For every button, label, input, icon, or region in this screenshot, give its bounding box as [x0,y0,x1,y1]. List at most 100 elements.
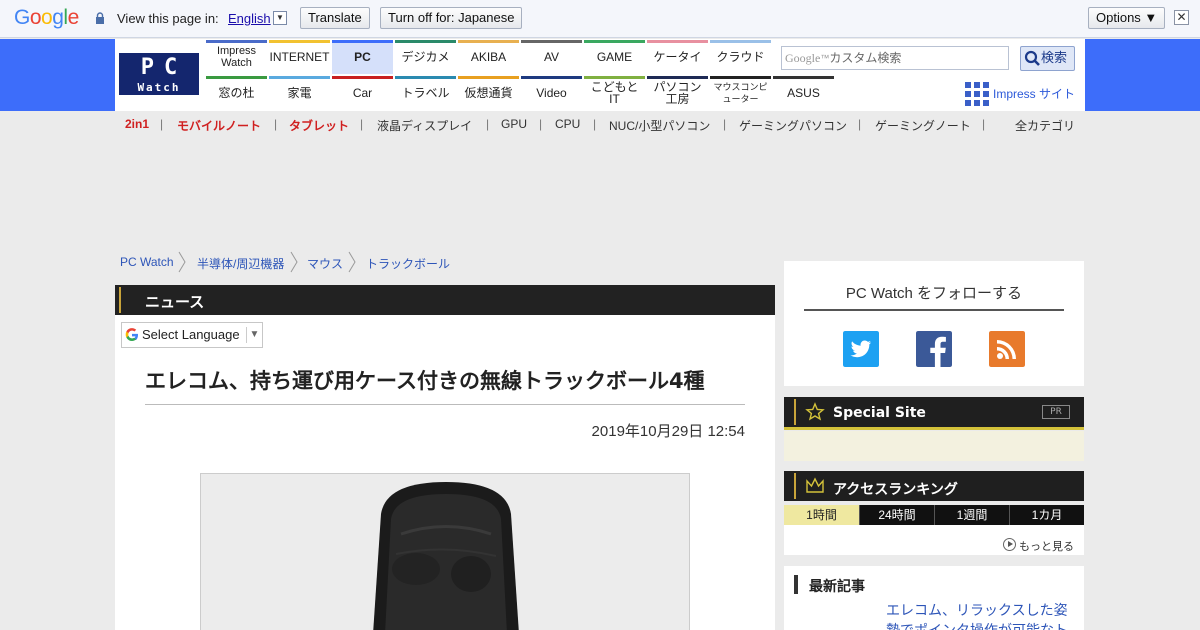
translate-bar: Google View this page in: English ▼ Tran… [0,0,1200,38]
trackball-case-image [201,474,689,630]
nav-color-bar [395,76,456,79]
nav-item-top[interactable]: ケータイ [647,40,708,74]
search-placeholder: カスタム検索 [829,51,902,65]
nav-item-bottom[interactable]: パソコン工房 [647,76,708,110]
subnav-separator: | [858,117,862,131]
impress-site-link[interactable]: Impress サイト [965,82,1075,106]
subnav-item[interactable]: GPU [501,117,527,131]
nav-item-label: GAME [596,50,633,64]
ranking-tab-1h[interactable]: 1時間 [784,505,859,525]
dropdown-arrow-icon: ▼ [246,327,262,343]
latest-article-link[interactable]: エレコム、リラックスした姿勢でポインタ操作が可能なト [886,601,1076,630]
language-dropdown-icon[interactable]: ▼ [273,11,287,25]
nav-item-bottom[interactable]: マウスコンピューター [710,76,771,110]
subnav-separator: | [982,117,986,131]
latest-articles: 最新記事 エレコム、リラックスした姿勢でポインタ操作が可能なト [784,566,1084,630]
nav-color-bar [395,40,456,43]
sub-nav: 2in1 | モバイルノート | タブレット | 液晶ディスプレイ | GPU | CPU | NUC/… [0,117,1200,135]
subnav-item[interactable]: ゲーミングパソコン [739,117,847,134]
article-photo[interactable] [200,473,690,630]
ranking-tab-1m[interactable]: 1カ月 [1009,505,1084,525]
chevron-right-icon [348,251,356,273]
nav-item-label: クラウド [716,50,765,64]
nav-item-label: こどもとIT [590,80,639,106]
nav-item-top[interactable]: AV [521,40,582,74]
nav-item-top[interactable]: INTERNET [269,40,330,74]
ranking-tab-1w[interactable]: 1週間 [934,505,1009,525]
nav-item-label: INTERNET [269,50,330,64]
rss-icon[interactable] [989,331,1025,367]
subnav-item[interactable]: ゲーミングノート [875,117,971,134]
section-header: ニュース [115,285,775,315]
nav-item-bottom[interactable]: ASUS [773,76,834,110]
nav-item-bottom[interactable]: Car [332,76,393,110]
nav-item-top[interactable]: クラウド [710,40,771,74]
turn-off-button[interactable]: Turn off for: Japanese [380,7,523,29]
subnav-item[interactable]: CPU [555,117,580,131]
nav-color-bar [647,40,708,43]
google-logo: Google [14,6,79,29]
nav-item-top[interactable]: Impress Watch [206,40,267,74]
breadcrumb-item[interactable]: 半導体/周辺機器 [197,255,284,272]
nav-item-bottom[interactable]: 窓の杜 [206,76,267,110]
nav-color-bar [773,76,834,79]
search-input[interactable]: Google™カスタム検索 [781,46,1009,70]
nav-item-label: 家電 [287,86,312,100]
language-link[interactable]: English [228,11,271,26]
breadcrumb-item[interactable]: マウス [307,255,343,272]
site-header: PC Watch Impress Watch INTERNET PC デジカメ AKIB… [0,39,1200,111]
impress-site-label: Impress サイト [993,87,1076,101]
ranking-title: アクセスランキング [833,482,958,498]
special-site-underline [784,427,1084,430]
subnav-separator: | [723,117,727,131]
nav-color-bar [647,76,708,79]
play-icon [1003,538,1016,551]
options-button[interactable]: Options ▼ [1088,7,1166,29]
subnav-item[interactable]: タブレット [289,117,349,134]
nav-item-label: ケータイ [653,50,702,64]
ranking-tab-24h[interactable]: 24時間 [859,505,934,525]
nav-color-bar [206,76,267,79]
search-button-label: 検索 [1041,51,1068,66]
nav-item-bottom[interactable]: 家電 [269,76,330,110]
nav-item-bottom[interactable]: 仮想通貨 [458,76,519,110]
nav-item-top[interactable]: デジカメ [395,40,456,74]
article-column: ニュース Select Language ▼ エレコム、持ち運び用ケース付きの無… [115,285,775,630]
nav-item-top[interactable]: GAME [584,40,645,74]
logo-pc-text: PC [140,55,188,80]
subnav-item[interactable]: モバイルノート [177,117,261,134]
breadcrumb-item[interactable]: PC Watch [120,255,174,269]
pc-watch-logo[interactable]: PC Watch [119,53,199,95]
nav-item-label: ASUS [787,86,820,100]
facebook-icon[interactable] [916,331,952,367]
more-link[interactable]: もっと見る [1003,538,1074,554]
latest-title: 最新記事 [809,579,865,595]
select-language-dropdown[interactable]: Select Language ▼ [121,322,263,348]
article-date: 2019年10月29日 12:54 [591,423,745,440]
nav-item-top[interactable]: AKIBA [458,40,519,74]
subnav-item[interactable]: 液晶ディスプレイ [377,117,472,134]
nav-item-bottom[interactable]: こどもとIT [584,76,645,110]
lock-icon [96,12,104,24]
google-g-icon [125,328,138,341]
translate-button[interactable]: Translate [300,7,370,29]
search-button[interactable]: 検索 [1020,46,1075,71]
title-divider [145,404,745,405]
nav-item-label: Car [352,86,373,100]
all-categories-link[interactable]: 全カテゴリ [1015,117,1075,134]
twitter-icon[interactable] [843,331,879,367]
section-accent [119,287,121,313]
subnav-item[interactable]: NUC/小型パソコン [609,117,710,134]
nav-color-bar [584,76,645,79]
ranking-body: もっと見る [784,525,1084,555]
subnav-separator: | [360,117,364,131]
nav-item-top[interactable]: PC [332,40,393,74]
nav-item-bottom[interactable]: トラベル [395,76,456,110]
nav-item-bottom[interactable]: Video [521,76,582,110]
close-icon[interactable]: ✕ [1174,10,1189,25]
nav-item-label: 仮想通貨 [464,86,513,100]
breadcrumb-item[interactable]: トラックボール [366,255,450,272]
select-language-label: Select Language [142,327,240,342]
subnav-item[interactable]: 2in1 [125,117,149,131]
follow-divider [804,309,1064,311]
